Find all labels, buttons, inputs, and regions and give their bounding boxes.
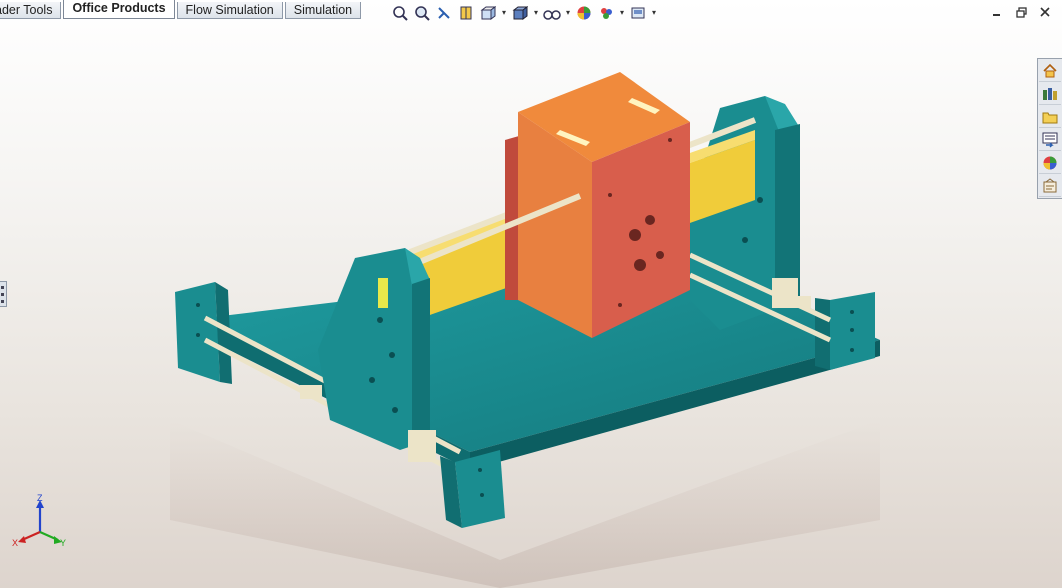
triad-z-label: Z [37, 494, 43, 503]
chevron-down-icon[interactable]: ▾ [532, 3, 540, 23]
task-pane-tabs [1037, 58, 1062, 199]
restore-icon[interactable] [1014, 5, 1028, 19]
display-style-icon[interactable] [510, 3, 530, 23]
appearances-icon[interactable] [1039, 152, 1061, 174]
triad-y-label: Y [60, 538, 66, 548]
tab-office-products[interactable]: Office Products [63, 0, 175, 19]
reference-triad: Z X Y [12, 494, 66, 548]
design-library-icon[interactable] [1039, 83, 1061, 105]
minimize-icon[interactable] [990, 5, 1004, 19]
heads-up-view-toolbar: ▾ ▾ ▾ ▾ ▾ [390, 3, 658, 23]
front-gantry-plate [318, 248, 430, 450]
chevron-down-icon[interactable]: ▾ [618, 3, 626, 23]
zoom-to-area-icon[interactable] [412, 3, 432, 23]
edit-appearance-icon[interactable] [574, 3, 594, 23]
previous-view-icon[interactable] [434, 3, 454, 23]
document-window-controls [990, 5, 1052, 19]
view-orientation-icon[interactable] [478, 3, 498, 23]
chevron-down-icon[interactable]: ▾ [650, 3, 658, 23]
command-manager-tabs: ader Tools Office Products Flow Simulati… [0, 0, 363, 19]
carriage-block [505, 72, 690, 338]
apply-scene-icon[interactable] [596, 3, 616, 23]
front-left-end-block [175, 282, 232, 384]
custom-properties-icon[interactable] [1039, 175, 1061, 197]
feature-manager-collapse-handle[interactable] [0, 281, 7, 307]
rear-right-end-block [815, 292, 875, 370]
folder-icon[interactable] [1039, 106, 1061, 128]
zoom-to-fit-icon[interactable] [390, 3, 410, 23]
close-icon[interactable] [1038, 5, 1052, 19]
front-right-end-block [440, 450, 505, 528]
chevron-down-icon[interactable]: ▾ [500, 3, 508, 23]
home-icon[interactable] [1039, 60, 1061, 82]
view-palette-icon[interactable] [1039, 129, 1061, 151]
view-settings-icon[interactable] [628, 3, 648, 23]
tab-reader-tools[interactable]: ader Tools [0, 2, 62, 19]
chevron-down-icon[interactable]: ▾ [564, 3, 572, 23]
tab-simulation[interactable]: Simulation [284, 2, 362, 19]
triad-x-label: X [12, 538, 18, 548]
tab-flow-simulation[interactable]: Flow Simulation [176, 2, 283, 19]
section-view-icon[interactable] [456, 3, 476, 23]
graphics-viewport[interactable] [0, 0, 1062, 588]
hide-show-items-icon[interactable] [542, 3, 562, 23]
